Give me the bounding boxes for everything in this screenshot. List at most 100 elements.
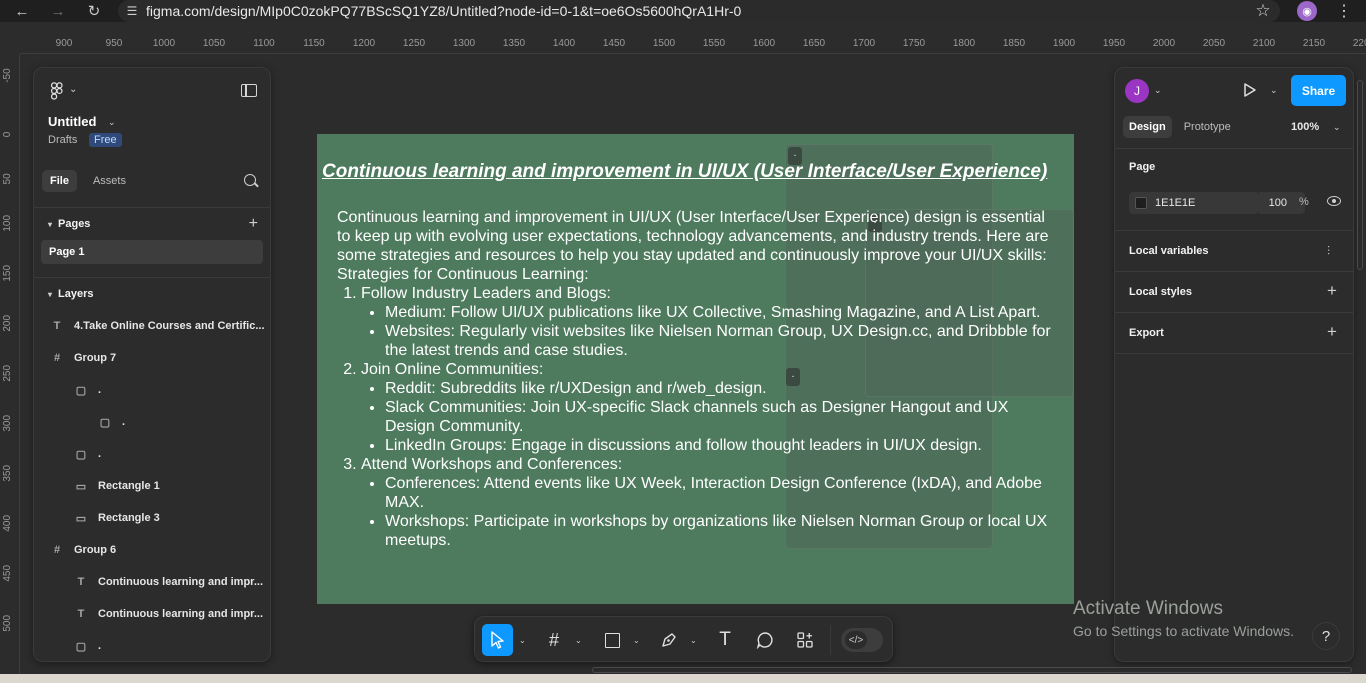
strategy-sublist: Reddit: Subreddits like r/UXDesign and r… (385, 379, 1057, 455)
pages-header[interactable]: ▾ Pages + (34, 208, 270, 240)
pen-tool-chevron-icon[interactable]: ⌄ (690, 636, 697, 645)
frame-tool-chevron-icon[interactable]: ⌄ (575, 636, 582, 645)
strategy-item: Follow Industry Leaders and Blogs: Mediu… (361, 284, 1057, 360)
page-section-label: Page (1129, 161, 1156, 173)
layer-row[interactable]: # Group 7 (34, 342, 270, 374)
frame-heading[interactable]: Continuous learning and improvement in U… (322, 161, 1072, 183)
ruler-tick-label: 950 (105, 38, 123, 49)
layer-row[interactable]: ▭ Rectangle 3 (34, 502, 270, 534)
tab-design[interactable]: Design (1123, 116, 1172, 138)
user-avatar[interactable]: J (1125, 79, 1149, 103)
layer-label: . (98, 448, 102, 460)
layer-row[interactable]: # Group 6 (34, 534, 270, 566)
left-panel-tabs: File Assets (42, 170, 134, 192)
main-menu-chevron-icon[interactable]: ⌄ (69, 84, 77, 95)
ruler-tick-label: 2100 (1252, 38, 1276, 49)
avatar-chevron-icon[interactable]: ⌄ (1154, 85, 1162, 96)
reload-icon[interactable]: ↻ (83, 0, 105, 22)
group-layer-icon: # (53, 352, 61, 364)
tools-toolbar: ⌄ # ⌄ ⌄ ⌄ T </> (474, 616, 893, 662)
layer-row[interactable]: ▭ Rectangle 1 (34, 470, 270, 502)
image-layer-icon: ▢ (75, 448, 87, 461)
browser-profile-icon[interactable]: ◉ (1297, 1, 1317, 21)
layer-row[interactable]: T Continuous learning and impr... (34, 598, 270, 630)
page-item-1[interactable]: Page 1 (41, 240, 263, 264)
layer-row[interactable]: T 4.Take Online Courses and Certific... (34, 310, 270, 342)
strategy-detail: Conferences: Attend events like UX Week,… (385, 474, 1057, 512)
chevron-down-icon[interactable]: ▾ (48, 290, 52, 299)
zoom-chevron-icon[interactable]: ⌄ (1333, 122, 1341, 133)
variables-sliders-icon[interactable]: ⫶ (1327, 244, 1330, 259)
present-chevron-icon[interactable]: ⌄ (1270, 85, 1278, 96)
add-export-icon[interactable]: + (1327, 322, 1337, 342)
text-tool-icon[interactable]: T (712, 624, 738, 656)
export-label[interactable]: Export (1129, 327, 1164, 339)
file-title[interactable]: Untitled (48, 114, 96, 129)
page-background-color[interactable]: 1E1E1E (1129, 192, 1259, 214)
add-page-icon[interactable]: + (249, 215, 258, 233)
color-hex-value[interactable]: 1E1E1E (1155, 197, 1195, 209)
move-tool-chevron-icon[interactable]: ⌄ (519, 636, 526, 645)
drafts-label[interactable]: Drafts (48, 134, 77, 146)
ruler-tick-label: 1150 (303, 38, 325, 49)
ruler-tick-label: 1900 (1052, 38, 1076, 49)
help-button[interactable]: ? (1312, 622, 1340, 650)
dev-mode-toggle[interactable]: </> (841, 628, 883, 652)
rectangle-tool-icon[interactable] (599, 624, 625, 656)
ruler-tick-label: 1700 (852, 38, 876, 49)
layer-row[interactable]: ▢. (34, 438, 270, 470)
divider (1115, 353, 1353, 354)
layers-header[interactable]: ▾ Layers (34, 278, 270, 310)
share-button[interactable]: Share (1291, 75, 1346, 106)
layer-row[interactable]: T Continuous learning and impr... (34, 566, 270, 598)
local-variables-label[interactable]: Local variables (1129, 245, 1209, 257)
url-text: figma.com/design/MIp0C0zokPQ77BScSQ1YZ8/… (146, 3, 742, 19)
eye-icon[interactable] (1327, 196, 1341, 206)
layer-row[interactable]: ▢. (34, 406, 270, 438)
ruler-tick-label: 100 (2, 214, 13, 232)
layer-label: Continuous learning and impr... (98, 576, 264, 588)
tab-file[interactable]: File (42, 170, 77, 192)
pen-tool-icon[interactable] (656, 624, 682, 656)
search-icon[interactable] (244, 174, 256, 186)
file-menu-chevron-icon[interactable]: ⌄ (108, 117, 116, 128)
figma-logo-icon[interactable] (50, 82, 64, 100)
zoom-level[interactable]: 100% (1291, 121, 1319, 133)
sidebar-toggle-icon[interactable] (241, 84, 257, 97)
layer-label: Rectangle 1 (98, 480, 160, 492)
frame-body-text[interactable]: Continuous learning and improvement in U… (337, 208, 1057, 550)
tab-assets[interactable]: Assets (85, 170, 134, 192)
text-layer-icon: T (77, 576, 85, 588)
ruler-tick-label: 1800 (952, 38, 976, 49)
color-swatch[interactable] (1135, 197, 1147, 209)
chevron-down-icon[interactable]: ▾ (48, 220, 52, 229)
tab-prototype[interactable]: Prototype (1178, 116, 1237, 138)
comment-tool-icon[interactable] (752, 624, 778, 656)
strategy-detail: Slack Communities: Join UX-specific Slac… (385, 398, 1057, 436)
plan-badge[interactable]: Free (89, 133, 122, 147)
actions-tool-icon[interactable] (792, 624, 818, 656)
address-bar[interactable]: ☰ figma.com/design/MIp0C0zokPQ77BScSQ1YZ… (118, 0, 1280, 22)
layer-row[interactable]: ▢. (34, 374, 270, 406)
local-styles-label[interactable]: Local styles (1129, 286, 1192, 298)
forward-arrow-icon[interactable]: → (47, 0, 69, 22)
properties-panel: J ⌄ ⌄ Share Design Prototype 100% ⌄ Page… (1114, 67, 1354, 662)
add-style-icon[interactable]: + (1327, 281, 1337, 301)
layer-row[interactable]: ▢. (34, 630, 270, 661)
layer-label: Rectangle 3 (98, 512, 160, 524)
site-info-icon[interactable]: ☰ (118, 4, 146, 18)
browser-menu-icon[interactable]: ⋮ (1334, 0, 1354, 22)
image-layer-icon: ▢ (99, 416, 111, 429)
move-tool[interactable] (482, 624, 513, 656)
frame-tool-icon[interactable]: # (541, 624, 567, 656)
vertical-scrollbar[interactable] (1357, 80, 1363, 270)
back-arrow-icon[interactable]: ← (11, 0, 33, 22)
bookmark-star-icon[interactable]: ☆ (1248, 0, 1278, 22)
os-taskbar (0, 674, 1366, 683)
cursor-arrow-icon[interactable] (490, 631, 506, 649)
shape-tool-chevron-icon[interactable]: ⌄ (633, 636, 640, 645)
horizontal-scrollbar[interactable] (592, 667, 1352, 673)
design-frame[interactable]: . . . Continuous learning and improvemen… (317, 134, 1074, 604)
pages-section: ▾ Pages + Page 1 (34, 208, 270, 278)
present-play-icon[interactable] (1243, 82, 1257, 98)
